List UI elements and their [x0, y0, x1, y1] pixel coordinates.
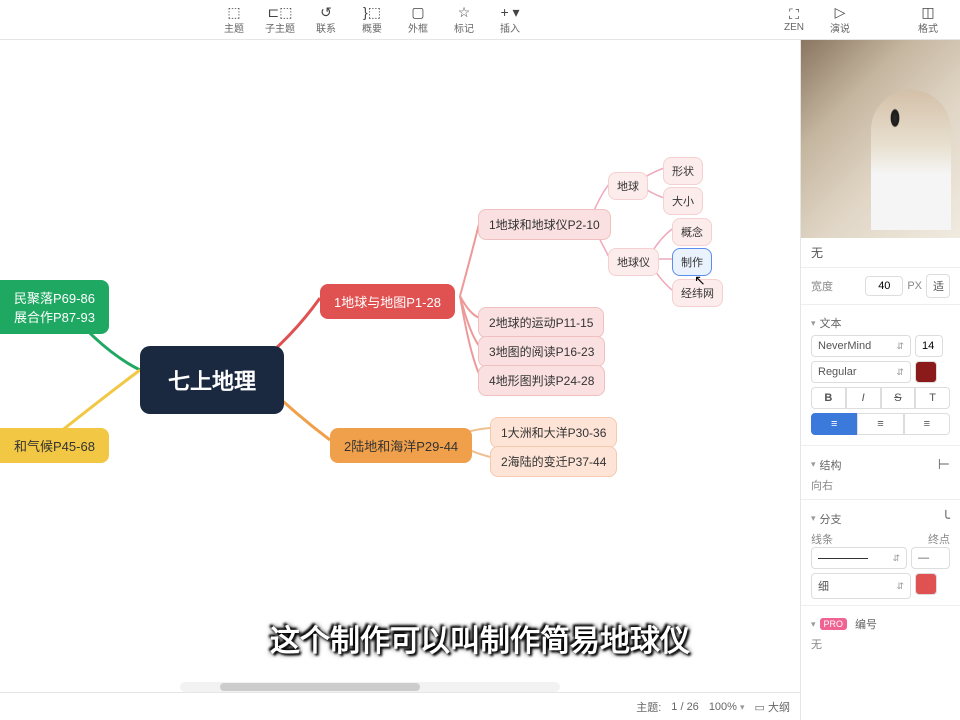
subtopic-button[interactable]: ⊏⬚子主题: [258, 2, 302, 38]
topic-button[interactable]: ⬚主题: [212, 2, 256, 38]
node-ch1-sub3[interactable]: 3地图的阅读P16-23: [478, 336, 605, 367]
strike-button[interactable]: S: [881, 387, 916, 409]
struct-icon[interactable]: ⊢: [938, 456, 950, 473]
zen-button[interactable]: ⛶ZEN: [772, 2, 816, 38]
node-yellow[interactable]: 和气候P45-68: [0, 428, 109, 463]
top-toolbar: ⬚主题 ⊏⬚子主题 ↺联系 }⬚概要 ▢外框 ☆标记 + ▾插入 ⛶ZEN ▷演…: [0, 0, 960, 40]
outline-toggle[interactable]: ▭ 大纲: [755, 699, 790, 715]
node-globe[interactable]: 地球仪: [608, 248, 659, 276]
video-subtitle: 这个制作可以叫制作简易地球仪: [270, 616, 690, 660]
leaf-grid[interactable]: 经纬网: [672, 279, 723, 307]
webcam-overlay: [801, 40, 960, 238]
textcase-button[interactable]: T: [915, 387, 950, 409]
node-ch2-sub2[interactable]: 2海陆的变迁P37-44: [490, 446, 617, 477]
leaf-shape[interactable]: 形状: [663, 157, 703, 185]
node-earth[interactable]: 地球: [608, 172, 648, 200]
fill-none: 无: [811, 244, 823, 261]
leaf-size[interactable]: 大小: [663, 187, 703, 215]
format-panel: 无 宽度 PX 适 ▾文本 NeverMind⇵ Regular⇵ B I S …: [800, 40, 960, 720]
node-green-line1: 民聚落P69-86: [14, 288, 95, 307]
insert-button[interactable]: + ▾插入: [488, 2, 532, 38]
connector-lines: [0, 40, 800, 680]
horizontal-scrollbar[interactable]: [180, 682, 560, 692]
marker-button[interactable]: ☆标记: [442, 2, 486, 38]
align-left-button[interactable]: ≡: [811, 413, 857, 435]
align-right-button[interactable]: ≡: [904, 413, 950, 435]
node-chapter1[interactable]: 1地球与地图P1-28: [320, 284, 455, 319]
node-green[interactable]: 民聚落P69-86 展合作P87-93: [0, 280, 109, 334]
mindmap-canvas[interactable]: 七上地理 民聚落P69-86 展合作P87-93 和气候P45-68 1地球与地…: [0, 40, 800, 680]
width-label: 宽度: [811, 278, 833, 294]
node-ch1-sub1[interactable]: 1地球和地球仪P2-10: [478, 209, 611, 240]
align-center-button[interactable]: ≡: [857, 413, 903, 435]
text-section-label: 文本: [820, 315, 842, 331]
font-select[interactable]: NeverMind⇵: [811, 335, 911, 357]
width-input[interactable]: [865, 276, 903, 296]
pro-badge: PRO: [820, 618, 848, 630]
struct-direction: 向右: [811, 477, 950, 493]
line-weight-select[interactable]: 细⇵: [811, 573, 911, 599]
node-chapter2[interactable]: 2陆地和海洋P29-44: [330, 428, 472, 463]
format-button[interactable]: ◫格式: [906, 2, 950, 38]
line-color-swatch[interactable]: [915, 573, 937, 595]
branch-icon[interactable]: ╰: [942, 510, 950, 527]
fontweight-select[interactable]: Regular⇵: [811, 361, 911, 383]
relation-button[interactable]: ↺联系: [304, 2, 348, 38]
line-style-select[interactable]: ⇵: [811, 547, 907, 569]
node-green-line2: 展合作P87-93: [14, 307, 95, 326]
fit-button[interactable]: 适: [926, 274, 950, 298]
present-button[interactable]: ▷演说: [818, 2, 862, 38]
line-end-select[interactable]: —: [911, 547, 950, 569]
zoom-control[interactable]: 100% ▾: [709, 701, 745, 713]
node-ch2-sub1[interactable]: 1大洲和大洋P30-36: [490, 417, 617, 448]
scrollbar-thumb[interactable]: [220, 683, 420, 691]
node-ch1-sub2[interactable]: 2地球的运动P11-15: [478, 307, 604, 338]
summary-button[interactable]: }⬚概要: [350, 2, 394, 38]
number-value: 无: [811, 636, 950, 652]
status-topic-label: 主题:: [636, 699, 661, 715]
center-node[interactable]: 七上地理: [140, 346, 284, 414]
number-section-label: 编号: [855, 616, 877, 632]
boundary-button[interactable]: ▢外框: [396, 2, 440, 38]
bold-button[interactable]: B: [811, 387, 846, 409]
text-color-swatch[interactable]: [915, 361, 937, 383]
leaf-make-selected[interactable]: 制作: [672, 248, 712, 276]
status-topic-count: 1 / 26: [671, 701, 699, 713]
struct-section-label: 结构: [820, 457, 842, 473]
italic-button[interactable]: I: [846, 387, 881, 409]
fontsize-input[interactable]: [915, 335, 943, 357]
leaf-concept[interactable]: 概念: [672, 218, 712, 246]
status-bar: 主题: 1 / 26 100% ▾ ▭ 大纲: [0, 692, 800, 720]
node-ch1-sub4[interactable]: 4地形图判读P24-28: [478, 365, 605, 396]
branch-section-label: 分支: [820, 511, 842, 527]
